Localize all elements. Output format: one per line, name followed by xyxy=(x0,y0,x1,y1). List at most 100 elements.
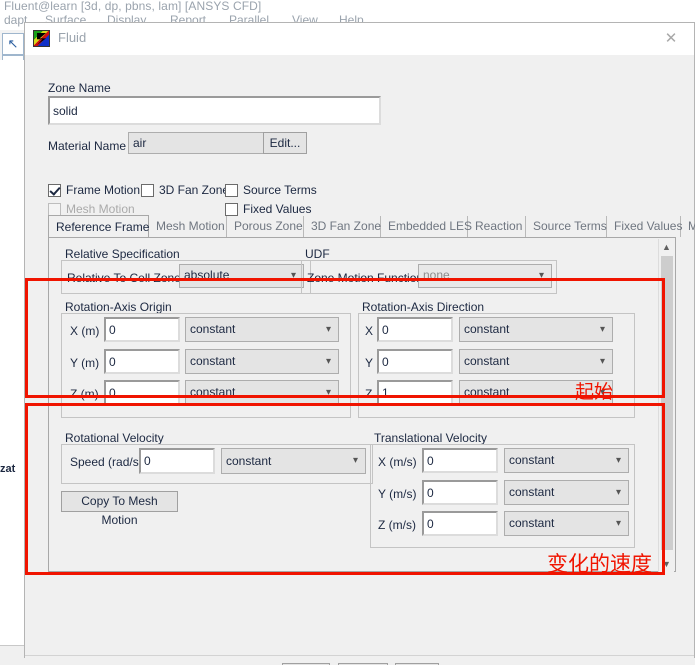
translational-x-input[interactable] xyxy=(422,448,498,473)
tab-source-terms[interactable]: Source Terms xyxy=(526,216,607,237)
origin-y-label: Y (m) xyxy=(70,356,100,370)
zone-name-label: Zone Name xyxy=(48,81,111,95)
copy-to-mesh-motion-button[interactable]: Copy To Mesh Motion xyxy=(61,491,178,527)
origin-x-method-select[interactable]: constant ▾ xyxy=(185,317,339,342)
origin-x-method-value: constant xyxy=(190,322,236,336)
fluent-left-panel-label: zat xyxy=(0,463,16,475)
speed-label: Speed (rad/s) xyxy=(70,455,143,469)
toolbar-button-1[interactable]: ↖ xyxy=(2,33,24,55)
origin-z-method-select[interactable]: constant ▾ xyxy=(185,380,339,405)
close-icon[interactable]: ✕ xyxy=(654,27,688,51)
tab-porous-zone[interactable]: Porous Zone xyxy=(227,216,304,237)
arrow-up-left-icon: ↖ xyxy=(7,36,19,51)
zone-motion-function-value: none xyxy=(423,268,450,282)
zone-motion-function-select[interactable]: none ▾ xyxy=(418,264,552,288)
chevron-down-icon: ▾ xyxy=(599,323,605,335)
origin-z-input[interactable] xyxy=(104,380,180,405)
direction-z-input[interactable] xyxy=(377,380,453,405)
material-name-value: air xyxy=(133,136,147,150)
checkbox-label: Source Terms xyxy=(243,183,317,197)
translational-x-method-select[interactable]: constant ▾ xyxy=(504,448,629,473)
translational-z-input[interactable] xyxy=(422,511,498,536)
tab-mesh-motion[interactable]: Mesh Motion xyxy=(149,216,227,237)
checkbox-source-terms[interactable]: Source Terms xyxy=(225,183,317,197)
fluent-window-title: Fluent@learn [3d, dp, pbns, lam] [ANSYS … xyxy=(4,0,262,13)
tab-3d-fan-zone[interactable]: 3D Fan Zone xyxy=(304,216,381,237)
checkbox-fixed-values[interactable]: Fixed Values xyxy=(225,202,311,216)
checkbox-box xyxy=(225,183,238,197)
direction-x-label: X xyxy=(365,324,374,338)
tab-fixed-values[interactable]: Fixed Values xyxy=(607,216,682,237)
translational-y-label: Y (m/s) xyxy=(378,487,417,501)
checkbox-mesh-motion: Mesh Motion xyxy=(48,202,135,216)
speed-method-select[interactable]: constant ▾ xyxy=(221,448,366,474)
checkbox-label: Frame Motion xyxy=(66,183,141,197)
direction-y-input[interactable] xyxy=(377,349,453,374)
checkbox-label: Fixed Values xyxy=(243,202,312,216)
udf-title: UDF xyxy=(302,247,333,261)
translational-y-input[interactable] xyxy=(422,480,498,505)
translational-z-method-value: constant xyxy=(509,516,555,530)
origin-z-method-value: constant xyxy=(190,385,236,399)
translational-z-method-select[interactable]: constant ▾ xyxy=(504,511,629,536)
relative-to-cell-zone-label: Relative To Cell Zone xyxy=(67,271,181,285)
translational-y-method-select[interactable]: constant ▾ xyxy=(504,480,629,505)
direction-x-input[interactable] xyxy=(377,317,453,342)
chevron-down-icon: ▾ xyxy=(290,270,296,281)
direction-y-method-select[interactable]: constant ▾ xyxy=(459,349,613,374)
chevron-down-icon: ▾ xyxy=(615,517,621,529)
dialog-footer: OK Cancel Help https://blog.csdn.net/qq_… xyxy=(25,655,694,665)
speed-input[interactable] xyxy=(139,448,215,474)
scrollbar-thumb[interactable] xyxy=(661,256,673,550)
scroll-up-icon[interactable]: ▲ xyxy=(659,239,674,255)
scroll-down-icon[interactable]: ▼ xyxy=(659,556,674,572)
ansys-fluent-icon xyxy=(33,30,50,47)
material-edit-button[interactable]: Edit... xyxy=(263,132,307,154)
chevron-down-icon: ▾ xyxy=(615,486,621,498)
relative-to-cell-zone-value: absolute xyxy=(184,268,230,282)
chevron-down-icon: ▾ xyxy=(615,454,621,466)
zone-name-input[interactable] xyxy=(48,96,381,125)
relative-to-cell-zone-select[interactable]: absolute ▾ xyxy=(179,264,304,288)
checkbox-box xyxy=(48,202,61,216)
tab-embedded-les[interactable]: Embedded LES xyxy=(381,216,472,237)
checkbox-box xyxy=(48,183,61,197)
chevron-down-icon: ▾ xyxy=(599,355,605,367)
chevron-down-icon: ▾ xyxy=(538,270,544,281)
annotation-label-changing-speed: 变化的速度 xyxy=(547,552,652,576)
translational-z-label: Z (m/s) xyxy=(378,518,416,532)
rotational-velocity-title: Rotational Velocity xyxy=(62,431,167,445)
tab-reference-frame[interactable]: Reference Frame xyxy=(48,215,149,238)
origin-x-label: X (m) xyxy=(70,324,100,338)
rotation-axis-direction-title: Rotation-Axis Direction xyxy=(359,300,488,314)
panel-scrollbar[interactable]: ▲ ▼ xyxy=(658,239,674,572)
origin-y-method-value: constant xyxy=(190,354,236,368)
chevron-down-icon: ▾ xyxy=(325,355,331,367)
chevron-down-icon: ▾ xyxy=(325,323,331,335)
translational-velocity-title: Translational Velocity xyxy=(371,431,490,445)
fluent-left-panel: zat xyxy=(0,60,24,665)
direction-z-method-value: constant xyxy=(464,385,510,399)
screen: Fluent@learn [3d, dp, pbns, lam] [ANSYS … xyxy=(0,0,695,665)
direction-y-method-value: constant xyxy=(464,354,510,368)
zone-motion-function-label: Zone Motion Function xyxy=(307,271,424,285)
translational-y-method-value: constant xyxy=(509,485,555,499)
origin-y-input[interactable] xyxy=(104,349,180,374)
checkbox-box xyxy=(225,202,238,216)
translational-x-label: X (m/s) xyxy=(378,455,417,469)
reference-frame-panel: ▲ ▼ Relative Specification Relative To C… xyxy=(48,237,676,572)
dialog-titlebar: Fluid ✕ xyxy=(25,23,694,55)
checkbox-3d-fan-zone[interactable]: 3D Fan Zone xyxy=(141,183,229,197)
direction-y-label: Y xyxy=(365,356,374,370)
tab-multiphase[interactable]: Multiphase xyxy=(681,216,695,237)
origin-y-method-select[interactable]: constant ▾ xyxy=(185,349,339,374)
checkbox-frame-motion[interactable]: Frame Motion xyxy=(48,183,140,197)
direction-x-method-select[interactable]: constant ▾ xyxy=(459,317,613,342)
checkbox-box xyxy=(141,183,154,197)
origin-x-input[interactable] xyxy=(104,317,180,342)
tab-reaction[interactable]: Reaction xyxy=(468,216,526,237)
dialog-title: Fluid xyxy=(58,30,87,45)
translational-x-method-value: constant xyxy=(509,453,555,467)
rotation-axis-origin-title: Rotation-Axis Origin xyxy=(62,300,175,314)
material-name-select[interactable]: air ▾ xyxy=(128,132,276,154)
